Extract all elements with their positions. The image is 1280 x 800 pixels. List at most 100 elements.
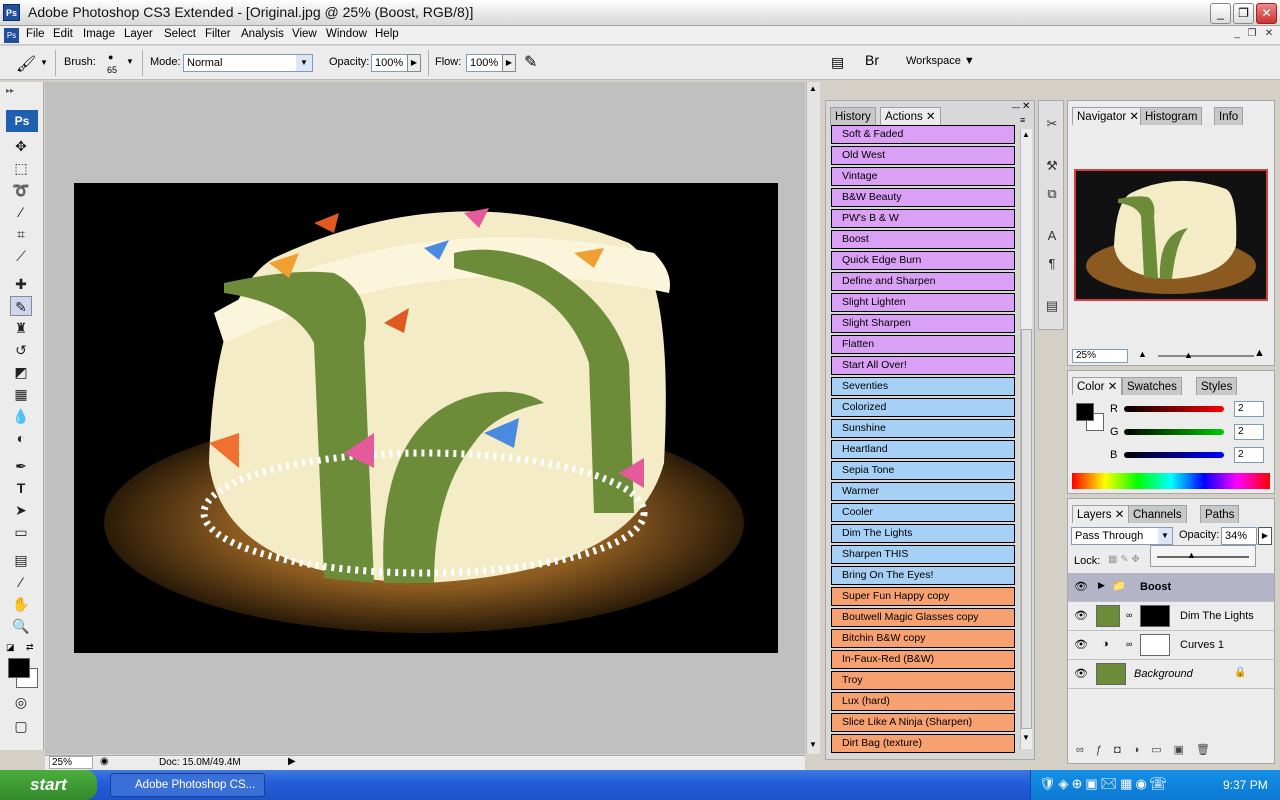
action-item[interactable]: Dirt Bag (texture): [831, 734, 1015, 753]
action-item[interactable]: In-Faux-Red (B&W): [831, 650, 1015, 669]
default-colors-icon[interactable]: ◪: [6, 642, 15, 653]
blue-value-field[interactable]: 2: [1234, 447, 1264, 463]
notes-tool-icon[interactable]: ▤: [10, 550, 32, 570]
airbrush-icon[interactable]: ✎: [524, 52, 537, 72]
layer-mask-thumbnail[interactable]: [1140, 634, 1170, 656]
path-select-icon[interactable]: ➤: [10, 500, 32, 520]
crop-tool-icon[interactable]: ⌗: [10, 224, 32, 244]
tab-styles[interactable]: Styles: [1196, 377, 1238, 395]
scroll-up-arrow[interactable]: ▲: [1022, 130, 1030, 139]
action-item[interactable]: Cooler: [831, 503, 1015, 522]
layer-comps-icon[interactable]: ▤: [1043, 297, 1061, 315]
status-menu-icon[interactable]: ◉: [100, 756, 109, 767]
action-item[interactable]: Seventies: [831, 377, 1015, 396]
foreground-color-swatch[interactable]: [8, 658, 30, 678]
brush-tool-icon[interactable]: ✎: [10, 296, 32, 316]
zoom-field[interactable]: 25%: [49, 756, 93, 769]
quick-mask-icon[interactable]: ◎: [10, 692, 32, 712]
marquee-tool-icon[interactable]: ⬚: [10, 158, 32, 178]
menu-window[interactable]: Window: [326, 28, 367, 40]
brush-preview[interactable]: ●: [108, 52, 113, 62]
doc-restore-button[interactable]: ❐: [1245, 28, 1259, 41]
expand-icon[interactable]: ▸▸: [6, 86, 14, 95]
canvas-vertical-scrollbar[interactable]: ▲ ▼: [806, 82, 820, 754]
action-item[interactable]: Boost: [831, 230, 1015, 249]
layer-mask-thumbnail[interactable]: [1140, 605, 1170, 627]
action-item[interactable]: Sunshine: [831, 419, 1015, 438]
doc-minimize-button[interactable]: _: [1230, 28, 1244, 41]
red-slider[interactable]: [1124, 406, 1224, 412]
action-item[interactable]: Old West: [831, 146, 1015, 165]
action-item[interactable]: Lux (hard): [831, 692, 1015, 711]
action-item[interactable]: Soft & Faded: [831, 125, 1015, 144]
tab-color[interactable]: Color ✕: [1072, 377, 1123, 395]
eyedropper-tool-icon[interactable]: ⁄: [10, 572, 32, 592]
action-item[interactable]: Boutwell Magic Glasses copy: [831, 608, 1015, 627]
title-bar[interactable]: Ps Adobe Photoshop CS3 Extended - [Origi…: [0, 0, 1280, 26]
action-item[interactable]: PW's B & W: [831, 209, 1015, 228]
panel-close-icon[interactable]: ✕: [1022, 101, 1030, 112]
menu-select[interactable]: Select: [164, 28, 196, 40]
opacity-field[interactable]: 100%: [371, 54, 408, 72]
panel-minimize-icon[interactable]: —: [1012, 103, 1020, 112]
action-item[interactable]: Heartland: [831, 440, 1015, 459]
type-tool-icon[interactable]: T: [10, 478, 32, 498]
gradient-tool-icon[interactable]: ▦: [10, 384, 32, 404]
navigator-zoom-field[interactable]: 25%: [1072, 349, 1128, 363]
eye-icon[interactable]: 👁: [1074, 667, 1088, 680]
green-value-field[interactable]: 2: [1234, 424, 1264, 440]
layer-row[interactable]: 👁 ◑ ∞ Curves 1: [1068, 631, 1274, 660]
action-item[interactable]: Slight Lighten: [831, 293, 1015, 312]
move-tool-icon[interactable]: ✥: [10, 136, 32, 156]
hand-tool-icon[interactable]: ✋: [10, 594, 32, 614]
action-item[interactable]: Vintage: [831, 167, 1015, 186]
brushes-icon[interactable]: ⚒: [1043, 157, 1061, 175]
eye-icon[interactable]: 👁: [1074, 609, 1088, 622]
action-item[interactable]: Warmer: [831, 482, 1015, 501]
close-icon[interactable]: ✕: [926, 111, 936, 123]
action-item[interactable]: Slight Sharpen: [831, 314, 1015, 333]
action-item[interactable]: Colorized: [831, 398, 1015, 417]
close-icon[interactable]: ✕: [1115, 509, 1125, 521]
action-item[interactable]: Dim The Lights: [831, 524, 1015, 543]
panel-menu-icon[interactable]: ≡: [1020, 115, 1025, 125]
tab-navigator[interactable]: Navigator ✕: [1072, 107, 1145, 125]
green-slider[interactable]: [1124, 429, 1224, 435]
tab-actions[interactable]: Actions ✕: [880, 107, 941, 125]
zoom-out-icon[interactable]: ▲: [1138, 349, 1147, 359]
character-icon[interactable]: A: [1043, 227, 1061, 245]
palette-well-icon[interactable]: ▤: [831, 54, 844, 71]
document-icon[interactable]: Ps: [4, 28, 19, 43]
tab-history[interactable]: History: [830, 107, 876, 125]
action-item[interactable]: Super Fun Happy copy: [831, 587, 1015, 606]
scroll-down-arrow[interactable]: ▼: [809, 740, 817, 749]
document-image[interactable]: [74, 183, 778, 653]
status-arrow-icon[interactable]: ▶: [288, 756, 296, 767]
screen-mode-icon[interactable]: ▢: [10, 716, 32, 736]
layer-row[interactable]: 👁 Background 🔒: [1068, 660, 1274, 689]
layer-opacity-field[interactable]: 34%: [1221, 527, 1257, 545]
menu-file[interactable]: File: [26, 28, 45, 40]
menu-analysis[interactable]: Analysis: [241, 28, 284, 40]
zoom-tool-icon[interactable]: 🔍: [10, 616, 32, 636]
action-item[interactable]: Flatten: [831, 335, 1015, 354]
history-brush-icon[interactable]: ↺: [10, 340, 32, 360]
layer-row[interactable]: 👁 ∞ Dim The Lights: [1068, 602, 1274, 631]
tab-info[interactable]: Info: [1214, 107, 1244, 125]
actions-scrollbar[interactable]: ▲ ▼: [1020, 129, 1032, 749]
action-item[interactable]: Slice Like A Ninja (Sharpen): [831, 713, 1015, 732]
eye-icon[interactable]: 👁: [1074, 638, 1088, 651]
blend-mode-select[interactable]: Pass Through ▼: [1071, 527, 1173, 545]
zoom-in-icon[interactable]: ▲: [1254, 347, 1265, 359]
quick-select-tool-icon[interactable]: ⁄: [10, 202, 32, 222]
flow-field[interactable]: 100%: [466, 54, 503, 72]
opacity-slider-button[interactable]: ▶: [1258, 527, 1272, 545]
tool-preset-dropdown[interactable]: ▼: [40, 58, 48, 67]
tab-layers[interactable]: Layers ✕: [1072, 505, 1130, 523]
eraser-tool-icon[interactable]: ◩: [10, 362, 32, 382]
mode-select[interactable]: Normal ▼: [183, 54, 313, 72]
action-item[interactable]: Troy: [831, 671, 1015, 690]
tab-channels[interactable]: Channels: [1128, 505, 1187, 523]
layer-row[interactable]: 👁 ▶ 📁 Boost: [1068, 573, 1274, 602]
action-item[interactable]: B&W Beauty: [831, 188, 1015, 207]
